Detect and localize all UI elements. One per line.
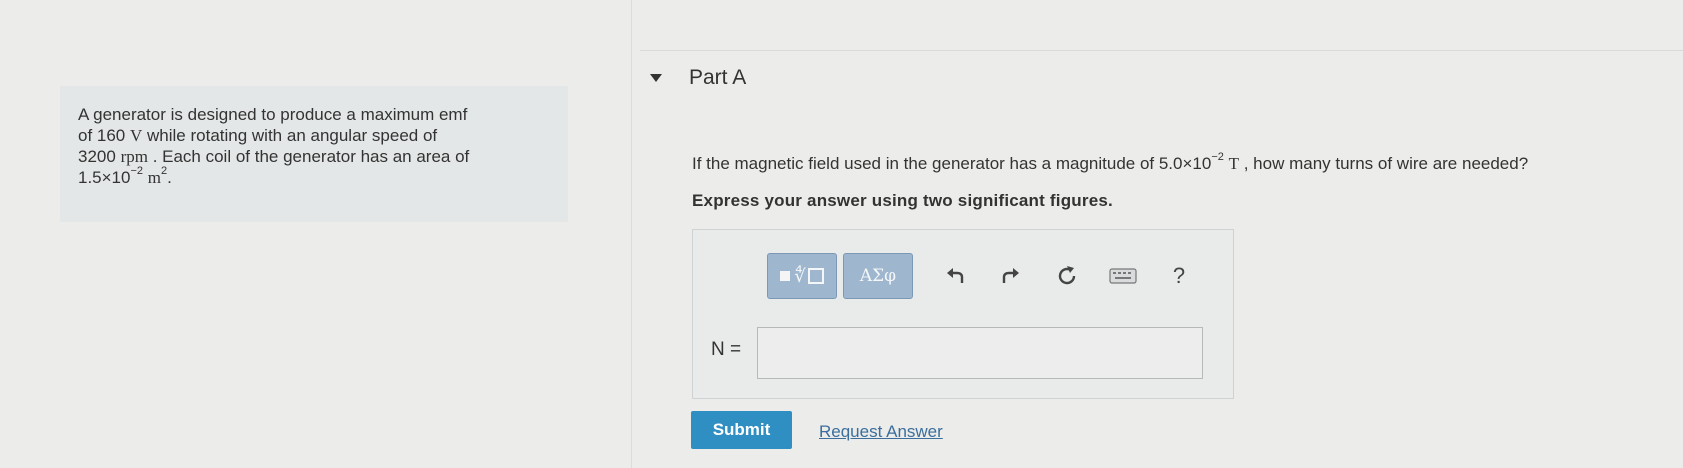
question-text: If the magnetic field used in the genera… — [692, 151, 1529, 173]
redo-button[interactable] — [991, 256, 1031, 296]
keyboard-button[interactable] — [1103, 256, 1143, 296]
part-divider — [640, 50, 1683, 51]
part-a-header[interactable]: Part A — [650, 66, 746, 90]
template-box-icon — [807, 268, 824, 284]
problem-line-2: of 160 V while rotating with an angular … — [78, 126, 438, 145]
undo-button[interactable] — [935, 256, 975, 296]
templates-button[interactable]: ∜ — [767, 253, 837, 299]
help-button[interactable]: ? — [1159, 256, 1199, 296]
undo-icon — [947, 268, 964, 283]
problem-line-1: A generator is designed to produce a max… — [78, 105, 468, 124]
answer-variable-label: N = — [711, 339, 742, 360]
collapse-triangle-icon[interactable] — [650, 74, 662, 82]
instruction-text: Express your answer using two significan… — [692, 191, 1113, 210]
symbols-button[interactable]: ΑΣφ — [843, 253, 913, 299]
problem-statement: A generator is designed to produce a max… — [78, 104, 558, 188]
problem-line-4: 1.5×10−2 m2. — [78, 165, 172, 187]
answer-input[interactable] — [757, 327, 1203, 379]
problem-line-3: 3200 rpm . Each coil of the generator ha… — [78, 147, 470, 166]
template-square-icon — [780, 271, 791, 281]
reset-button[interactable] — [1047, 256, 1087, 296]
math-toolbar: ∜ ΑΣφ ? — [767, 253, 1215, 299]
reset-icon — [1058, 266, 1076, 285]
keyboard-icon — [1109, 268, 1137, 284]
pane-divider — [631, 0, 632, 468]
request-answer-link[interactable]: Request Answer — [819, 422, 943, 442]
redo-icon — [1002, 268, 1019, 283]
submit-button[interactable]: Submit — [691, 411, 792, 449]
root-icon: ∜ — [794, 265, 806, 287]
part-title: Part A — [689, 66, 747, 89]
